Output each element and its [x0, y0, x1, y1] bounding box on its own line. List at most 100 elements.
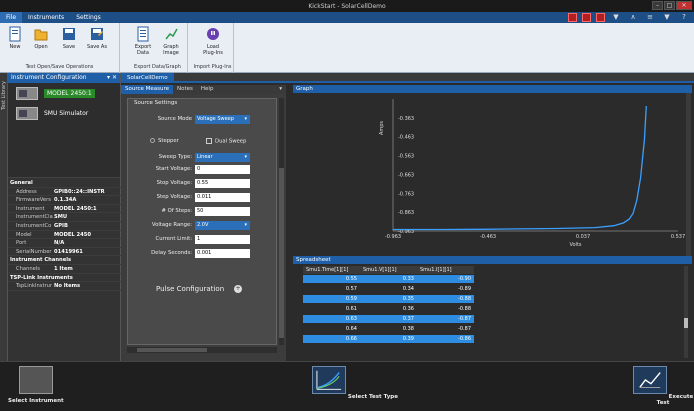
- source-panel-scrollbar[interactable]: [279, 98, 284, 345]
- execute-test-button[interactable]: Execute Test: [632, 366, 694, 406]
- property-row[interactable]: TspLinkInstrur No Items: [8, 282, 121, 291]
- property-key: FirmwareVers: [16, 197, 51, 204]
- open-button[interactable]: Open: [30, 26, 52, 50]
- window-title: KickStart - SolarCellDemo: [308, 2, 386, 10]
- led-indicator: [568, 13, 577, 22]
- load-plugins-button[interactable]: Load Plug-Ins: [202, 26, 224, 56]
- expand-pulse-icon[interactable]: +: [234, 285, 242, 293]
- start-voltage-input[interactable]: 0: [195, 165, 250, 174]
- spreadsheet-header: Smu1.Time[1][1] Smu1.V[1][1] Smu1.I[1][1…: [303, 266, 474, 274]
- table-row[interactable]: 0.63 0.37 -0.87: [303, 315, 474, 323]
- property-row[interactable]: InstrumentCla SMU: [8, 213, 121, 222]
- panel-menu-icon[interactable]: ▾: [275, 85, 286, 94]
- table-cell: -0.90: [458, 276, 471, 282]
- menu-settings[interactable]: Settings: [70, 12, 107, 23]
- pin-icon[interactable]: ▾ ✕: [107, 73, 117, 83]
- steps-input[interactable]: 50: [195, 207, 250, 216]
- test-library-label: Test Library: [1, 81, 7, 110]
- delay-label: Delay Seconds:: [151, 250, 192, 256]
- scrollbar-thumb[interactable]: [279, 168, 284, 338]
- property-row[interactable]: Instrument MODEL 2450:1: [8, 205, 121, 214]
- dual-sweep-checkbox[interactable]: Dual Sweep: [206, 138, 246, 145]
- property-value: No Items: [54, 283, 81, 290]
- table-cell: 0.36: [402, 306, 414, 312]
- chevron-down-icon: ▾: [244, 154, 247, 160]
- table-row[interactable]: 0.61 0.36 -0.88: [303, 305, 474, 313]
- source-mode-value: Voltage Sweep: [197, 116, 234, 122]
- column-header[interactable]: Smu1.I[1][1]: [417, 266, 474, 274]
- spreadsheet-title: Spreadsheet: [293, 256, 692, 264]
- new-button[interactable]: New: [4, 26, 26, 50]
- table-row[interactable]: 0.66 0.39 -0.86: [303, 335, 474, 343]
- property-row[interactable]: Port N/A: [8, 239, 121, 248]
- tab-source-measure[interactable]: Source Measure: [121, 85, 174, 94]
- property-value: 01419961: [54, 248, 83, 255]
- voltage-range-select[interactable]: 2.0V ▾: [195, 221, 250, 230]
- step-voltage-input[interactable]: 0.011: [195, 193, 250, 202]
- property-row[interactable]: InstrumentCo GPIB: [8, 222, 121, 231]
- tab-help[interactable]: Help: [197, 85, 218, 94]
- pulse-configuration: Pulse Configuration +: [156, 285, 242, 293]
- test-library-strip[interactable]: Test Library: [0, 73, 8, 361]
- help-icon[interactable]: ?: [678, 13, 690, 22]
- spreadsheet-scrollbar[interactable]: [684, 266, 688, 358]
- x-tick-label: 0.037: [576, 234, 590, 240]
- ribbon-group-label: Export Data/Graph: [134, 64, 181, 70]
- menu-icon[interactable]: ≡: [644, 13, 656, 22]
- property-row[interactable]: Model MODEL 2450: [8, 231, 121, 240]
- property-key: TspLinkInstrur: [16, 283, 53, 290]
- select-instrument-button[interactable]: Select Instrument: [8, 366, 64, 404]
- source-mode-select[interactable]: Voltage Sweep ▾: [195, 115, 250, 124]
- property-row[interactable]: Channels 1 Item: [8, 265, 121, 274]
- graph-image-button[interactable]: Graph Image: [160, 26, 182, 56]
- column-header[interactable]: Smu1.V[1][1]: [360, 266, 417, 274]
- table-cell: 0.38: [402, 326, 414, 332]
- table-row[interactable]: 0.57 0.34 -0.89: [303, 285, 474, 293]
- collapse-ribbon-icon[interactable]: ∧: [627, 13, 639, 22]
- pulse-configuration-label: Pulse Configuration: [156, 285, 225, 293]
- save-as-button[interactable]: Save As: [86, 26, 108, 50]
- iv-graph[interactable]: -0.363 -0.463 -0.563 -0.663 -0.763 -0.863 -0.9…: [293, 93, 692, 256]
- options-icon[interactable]: ▼: [661, 13, 673, 22]
- table-row[interactable]: 0.59 0.35 -0.88: [303, 295, 474, 303]
- graph-scrollbar[interactable]: [686, 93, 691, 256]
- sweep-type-select[interactable]: Linear ▾: [195, 153, 250, 162]
- save-button[interactable]: Save: [58, 26, 80, 50]
- x-tick-label: -0.463: [480, 234, 496, 240]
- stop-voltage-input[interactable]: 0.55: [195, 179, 250, 188]
- stepper-option[interactable]: Stepper: [150, 138, 179, 144]
- menu-instruments[interactable]: Instruments: [22, 12, 70, 23]
- document-tab-bar: SolarCellDemo: [121, 73, 694, 83]
- scrollbar-thumb[interactable]: [684, 318, 688, 328]
- close-button[interactable]: ✕: [676, 1, 692, 10]
- delay-input[interactable]: 0.001: [195, 249, 250, 258]
- property-category[interactable]: General: [8, 179, 121, 188]
- scrollbar-thumb[interactable]: [137, 348, 207, 352]
- export-data-button[interactable]: Export Data: [132, 26, 154, 56]
- maximize-button[interactable]: □: [664, 1, 675, 10]
- property-row[interactable]: Address GPIB0::24::INSTR: [8, 188, 121, 197]
- instrument-item-model-2450[interactable]: MODEL 2450:1: [8, 83, 120, 103]
- property-category[interactable]: TSP-Link Instruments: [8, 274, 121, 283]
- property-row[interactable]: SerialNumber 01419961: [8, 248, 121, 257]
- dropdown-icon[interactable]: ▼: [610, 13, 622, 22]
- instrument-item-smu-simulator[interactable]: SMU Simulator: [8, 103, 120, 123]
- property-category-label: General: [10, 180, 33, 186]
- tab-notes[interactable]: Notes: [173, 85, 197, 94]
- menu-file[interactable]: File: [0, 12, 23, 23]
- select-test-type-button[interactable]: Select Test Type: [312, 366, 398, 400]
- source-settings-group: Source Settings Source Mode Voltage Swee…: [127, 98, 277, 345]
- property-row[interactable]: FirmwareVers 0.1.34A: [8, 196, 121, 205]
- export-data-label: Export Data: [134, 44, 152, 56]
- title-bar: KickStart - SolarCellDemo – □ ✕: [0, 0, 694, 12]
- document-tab[interactable]: SolarCellDemo: [121, 73, 174, 83]
- property-category[interactable]: Instrument Channels: [8, 256, 121, 265]
- table-row[interactable]: 0.64 0.38 -0.87: [303, 325, 474, 333]
- column-header[interactable]: Smu1.Time[1][1]: [303, 266, 360, 274]
- current-limit-input[interactable]: 1: [195, 235, 250, 244]
- source-panel-hscrollbar[interactable]: [127, 347, 277, 353]
- table-row[interactable]: 0.55 0.33 -0.90: [303, 275, 474, 283]
- minimize-button[interactable]: –: [652, 1, 663, 10]
- table-cell: 0.57: [345, 286, 357, 292]
- instrument-panel-header: Instrument Configuration ▾ ✕: [8, 73, 120, 83]
